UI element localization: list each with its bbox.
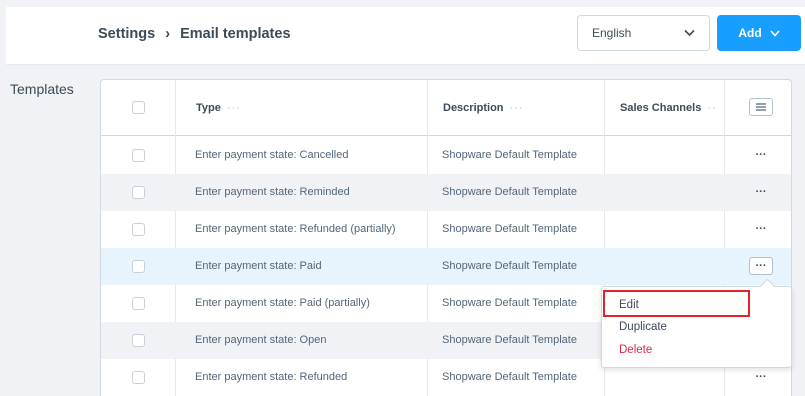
cell-description: Shopware Default Template xyxy=(442,371,577,383)
add-button-label: Add xyxy=(738,26,762,40)
row-checkbox[interactable] xyxy=(132,149,145,162)
cell-description: Shopware Default Template xyxy=(442,186,577,198)
select-all-checkbox[interactable] xyxy=(132,101,145,114)
list-settings-icon xyxy=(756,103,766,111)
cell-type: Enter payment state: Cancelled xyxy=(195,149,349,161)
language-select-value: English xyxy=(592,26,632,40)
row-context-menu: Edit Duplicate Delete xyxy=(601,286,792,368)
breadcrumb-email-templates: Email templates xyxy=(180,26,291,42)
column-header-sales-channels[interactable]: Sales Channels ·· xyxy=(620,102,717,114)
table-row[interactable]: Enter payment state: Refunded (partially… xyxy=(101,211,791,248)
menu-item-delete[interactable]: Delete xyxy=(619,344,652,356)
breadcrumb: Settings › Email templates xyxy=(98,26,291,42)
column-settings-button[interactable] xyxy=(749,98,773,116)
column-header-type[interactable]: Type ··· xyxy=(196,102,241,114)
row-checkbox[interactable] xyxy=(132,297,145,310)
row-checkbox[interactable] xyxy=(132,260,145,273)
cell-description: Shopware Default Template xyxy=(442,297,577,309)
cell-type: Enter payment state: Refunded (partially… xyxy=(195,223,396,235)
sidebar-title: Templates xyxy=(10,81,74,97)
column-options-icon[interactable]: ··· xyxy=(510,102,524,114)
cell-description: Shopware Default Template xyxy=(442,334,577,346)
cell-type: Enter payment state: Reminded xyxy=(195,186,350,198)
breadcrumb-settings[interactable]: Settings xyxy=(98,26,155,42)
table-row[interactable]: Enter payment state: Cancelled Shopware … xyxy=(101,137,791,174)
grid-header: Type ··· Description ··· Sales Channels ·· xyxy=(101,80,791,136)
row-checkbox[interactable] xyxy=(132,223,145,236)
column-header-description[interactable]: Description ··· xyxy=(443,102,524,114)
cell-description: Shopware Default Template xyxy=(442,223,577,235)
row-actions-button[interactable]: ··· xyxy=(749,183,773,201)
row-checkbox[interactable] xyxy=(132,334,145,347)
menu-item-duplicate[interactable]: Duplicate xyxy=(619,321,667,333)
cell-type: Enter payment state: Open xyxy=(195,334,327,346)
column-options-icon[interactable]: ··· xyxy=(227,102,241,114)
cell-description: Shopware Default Template xyxy=(442,260,577,272)
language-select[interactable]: English xyxy=(577,15,710,51)
row-actions-button[interactable]: ··· xyxy=(749,257,773,275)
cell-type: Enter payment state: Paid xyxy=(195,260,322,272)
sidebar: Templates xyxy=(6,67,96,396)
menu-item-edit[interactable]: Edit xyxy=(619,299,639,311)
row-checkbox[interactable] xyxy=(132,186,145,199)
top-bar: Settings › Email templates English Add xyxy=(6,7,805,65)
table-row[interactable]: Enter payment state: Reminded Shopware D… xyxy=(101,174,791,211)
cell-description: Shopware Default Template xyxy=(442,149,577,161)
row-checkbox[interactable] xyxy=(132,371,145,384)
breadcrumb-separator: › xyxy=(165,26,171,42)
chevron-down-icon xyxy=(684,29,695,37)
cell-type: Enter payment state: Paid (partially) xyxy=(195,297,370,309)
chevron-down-icon xyxy=(770,29,780,37)
add-button[interactable]: Add xyxy=(717,15,801,51)
table-row[interactable]: Enter payment state: Paid Shopware Defau… xyxy=(101,248,791,285)
row-actions-button[interactable]: ··· xyxy=(749,220,773,238)
row-actions-button[interactable]: ··· xyxy=(749,368,773,386)
row-actions-button[interactable]: ··· xyxy=(749,146,773,164)
column-options-icon[interactable]: ·· xyxy=(707,102,716,114)
cell-type: Enter payment state: Refunded xyxy=(195,371,348,383)
